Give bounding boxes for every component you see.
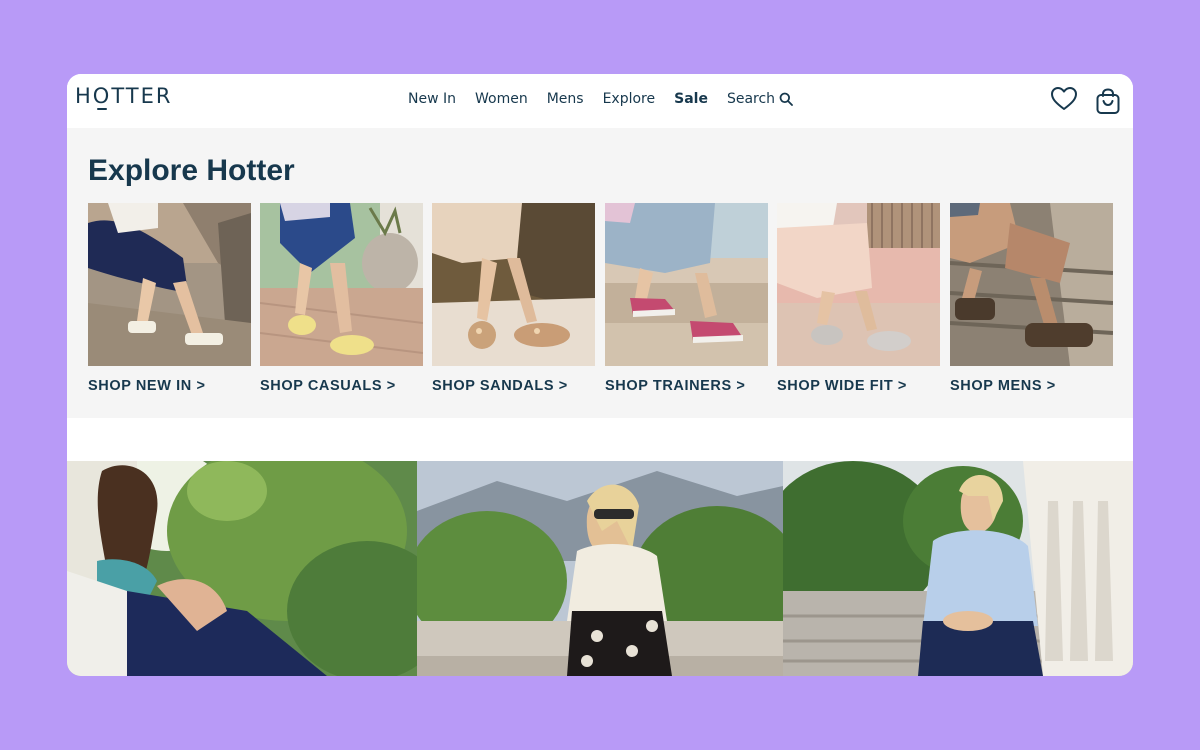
category-tile-sandals[interactable]: SHOP SANDALS >	[432, 203, 595, 394]
section-title: Explore Hotter	[88, 154, 295, 187]
hero-image-3[interactable]	[783, 461, 1133, 676]
nav-new-in[interactable]: New In	[408, 91, 456, 107]
nav-mens[interactable]: Mens	[547, 91, 584, 107]
category-image-casuals[interactable]	[260, 203, 423, 366]
shop-sandals-link[interactable]: SHOP SANDALS >	[432, 378, 595, 394]
hero-image-1[interactable]	[67, 461, 417, 676]
nav-sale[interactable]: Sale	[674, 91, 708, 107]
category-tile-mens[interactable]: SHOP MENS >	[950, 203, 1113, 394]
category-tile-casuals[interactable]: SHOP CASUALS >	[260, 203, 423, 394]
category-image-wide-fit[interactable]	[777, 203, 940, 366]
site-header: HOTTER New In Women Mens Explore Sale Se…	[67, 74, 1133, 128]
category-tile-new-in[interactable]: SHOP NEW IN >	[88, 203, 251, 394]
category-image-mens[interactable]	[950, 203, 1113, 366]
explore-section: Explore Hotter SHOP NEW IN > SHOP CASUAL…	[67, 128, 1133, 418]
category-tile-wide-fit[interactable]: SHOP WIDE FIT >	[777, 203, 940, 394]
nav-explore[interactable]: Explore	[603, 91, 656, 107]
nav-search-label: Search	[726, 91, 776, 107]
nav-women[interactable]: Women	[475, 91, 528, 107]
nav-search[interactable]: Search	[727, 91, 793, 107]
shop-mens-link[interactable]: SHOP MENS >	[950, 378, 1113, 394]
heart-icon[interactable]	[1050, 86, 1078, 112]
hero-image-2[interactable]	[417, 461, 783, 676]
shop-wide-fit-link[interactable]: SHOP WIDE FIT >	[777, 378, 940, 394]
browser-window: HOTTER New In Women Mens Explore Sale Se…	[67, 74, 1133, 676]
shop-trainers-link[interactable]: SHOP TRAINERS >	[605, 378, 768, 394]
search-icon	[779, 92, 793, 106]
category-image-sandals[interactable]	[432, 203, 595, 366]
shopping-bag-icon[interactable]	[1095, 87, 1121, 115]
main-nav: New In Women Mens Explore Sale Search	[408, 91, 812, 107]
shop-casuals-link[interactable]: SHOP CASUALS >	[260, 378, 423, 394]
hotter-logo[interactable]: HOTTER	[75, 84, 172, 110]
category-image-trainers[interactable]	[605, 203, 768, 366]
category-tile-trainers[interactable]: SHOP TRAINERS >	[605, 203, 768, 394]
shop-new-in-link[interactable]: SHOP NEW IN >	[88, 378, 251, 394]
category-image-new-in[interactable]	[88, 203, 251, 366]
